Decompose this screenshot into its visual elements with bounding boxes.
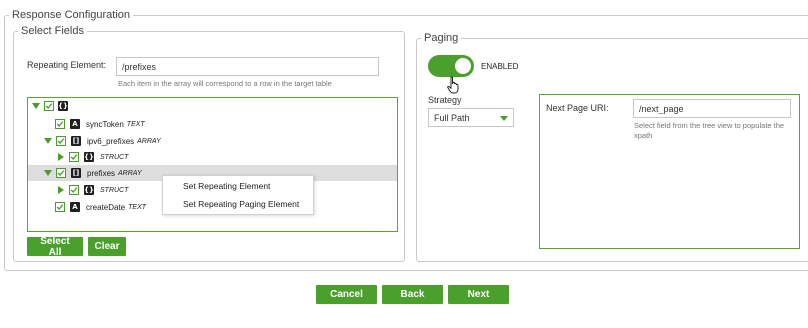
expand-toggle-icon[interactable]	[32, 103, 40, 109]
clear-button[interactable]: Clear	[88, 237, 126, 256]
expand-toggle-icon[interactable]	[58, 153, 64, 161]
expand-toggle-icon[interactable]	[44, 170, 52, 176]
paging-title: Paging	[424, 32, 459, 44]
field-type: STRUCT	[100, 153, 129, 161]
tree-row-prefixes[interactable]: [] prefixes ARRAY	[44, 165, 142, 181]
next-page-uri-hint-continued: xpath	[634, 131, 653, 140]
expand-toggle-icon[interactable]	[44, 138, 52, 144]
menu-item-set-repeating-paging-element[interactable]: Set Repeating Paging Element	[183, 199, 299, 209]
field-type: TEXT	[126, 120, 145, 128]
checkbox[interactable]	[44, 101, 54, 111]
paging-enabled-toggle[interactable]	[428, 55, 474, 77]
repeating-element-input[interactable]	[116, 57, 379, 76]
tree-row-struct[interactable]: {} STRUCT	[58, 149, 128, 165]
context-menu: Set Repeating Element Set Repeating Pagi…	[162, 175, 314, 215]
field-type: ARRAY	[137, 137, 161, 145]
tree-row-root[interactable]: {}	[32, 98, 68, 114]
struct-type-icon: {}	[84, 152, 94, 162]
field-type: STRUCT	[100, 186, 129, 194]
text-type-icon: A	[70, 202, 80, 212]
checkbox[interactable]	[55, 202, 65, 212]
strategy-select[interactable]: Full Path	[428, 108, 514, 127]
field-type: TEXT	[128, 203, 147, 211]
field-type: ARRAY	[118, 169, 142, 177]
checkbox[interactable]	[56, 136, 66, 146]
checkbox[interactable]	[56, 168, 66, 178]
tree-row-ipv6-prefixes[interactable]: [] ipv6_prefixes ARRAY	[44, 133, 161, 149]
back-button[interactable]: Back	[382, 285, 443, 304]
repeating-element-label: Repeating Element:	[27, 60, 107, 70]
field-name: createDate	[86, 202, 126, 212]
select-fields-title: Select Fields	[21, 25, 84, 37]
select-all-button[interactable]: Select All	[27, 236, 83, 258]
checkbox[interactable]	[69, 185, 79, 195]
struct-type-icon: {}	[58, 101, 68, 111]
menu-item-set-repeating-element[interactable]: Set Repeating Element	[183, 181, 270, 191]
next-page-uri-hint: Select field from the tree view to popul…	[634, 121, 785, 130]
strategy-label: Strategy	[428, 95, 462, 105]
paging-enabled-label: ENABLED	[481, 62, 519, 71]
checkbox[interactable]	[69, 152, 79, 162]
text-type-icon: A	[70, 119, 80, 129]
next-page-uri-input[interactable]	[633, 99, 791, 118]
field-name: syncToken	[86, 119, 124, 129]
array-type-icon: []	[71, 168, 81, 178]
field-name: ipv6_prefixes	[87, 136, 135, 146]
tree-row-createdate[interactable]: A createDate TEXT	[55, 199, 146, 215]
struct-type-icon: {}	[84, 185, 94, 195]
field-name: prefixes	[87, 168, 116, 178]
array-type-icon: []	[71, 136, 81, 146]
checkbox[interactable]	[55, 119, 65, 129]
toggle-knob	[455, 58, 471, 74]
next-button[interactable]: Next	[448, 285, 509, 304]
strategy-value: Full Path	[434, 112, 470, 123]
response-configuration-title: Response Configuration	[12, 9, 131, 21]
field-tree-view: {} A syncToken TEXT [] ipv6_prefixes ARR…	[27, 97, 398, 232]
chevron-down-icon	[500, 116, 508, 121]
repeating-element-hint: Each item in the array will correspond t…	[118, 79, 332, 88]
tree-row-struct[interactable]: {} STRUCT	[58, 182, 128, 198]
hand-pointer-icon	[447, 76, 459, 94]
next-page-uri-label: Next Page URI:	[546, 103, 609, 113]
cancel-button[interactable]: Cancel	[316, 285, 377, 304]
expand-toggle-icon[interactable]	[58, 186, 64, 194]
tree-row-synctoken[interactable]: A syncToken TEXT	[55, 116, 145, 132]
